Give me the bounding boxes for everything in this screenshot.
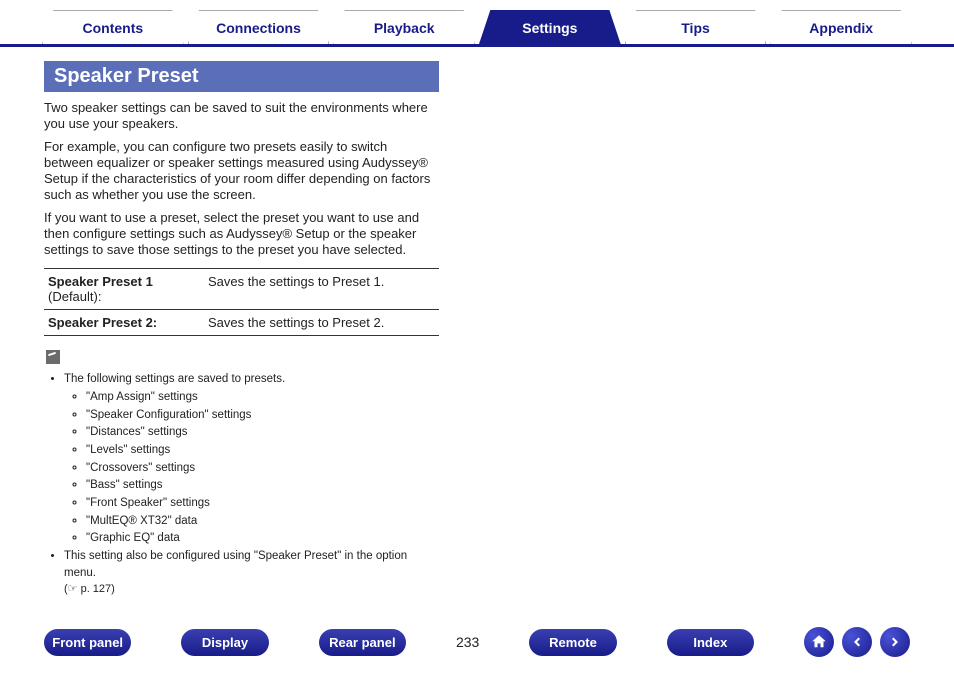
tab-playback[interactable]: Playback — [333, 10, 475, 44]
preset-desc: Saves the settings to Preset 1. — [204, 269, 439, 310]
next-page-icon[interactable] — [880, 627, 910, 657]
preset-desc: Saves the settings to Preset 2. — [204, 310, 439, 336]
page-content: Speaker Preset Two speaker settings can … — [0, 47, 954, 598]
pencil-icon — [46, 350, 60, 364]
list-item: "MultEQ® XT32" data — [86, 513, 439, 530]
list-item: "Front Speaker" settings — [86, 495, 439, 512]
tab-connections[interactable]: Connections — [188, 10, 330, 44]
rear-panel-button[interactable]: Rear panel — [319, 629, 406, 656]
body-paragraph: Two speaker settings can be saved to sui… — [44, 100, 439, 133]
page-number: 233 — [456, 634, 479, 650]
notes-list: The following settings are saved to pres… — [44, 371, 439, 598]
section-heading: Speaker Preset — [44, 61, 439, 92]
list-item: "Speaker Configuration" settings — [86, 407, 439, 424]
list-item: "Levels" settings — [86, 442, 439, 459]
tab-contents[interactable]: Contents — [42, 10, 184, 44]
list-item: "Bass" settings — [86, 477, 439, 494]
tab-settings[interactable]: Settings — [479, 10, 621, 44]
body-paragraph: For example, you can configure two prese… — [44, 139, 439, 204]
notes-intro: The following settings are saved to pres… — [64, 373, 285, 385]
tab-appendix[interactable]: Appendix — [770, 10, 912, 44]
prev-page-icon[interactable] — [842, 627, 872, 657]
index-button[interactable]: Index — [667, 629, 754, 656]
page-ref: (☞ p. 127) — [64, 582, 115, 598]
display-button[interactable]: Display — [181, 629, 268, 656]
preset-suffix: (Default): — [48, 289, 101, 304]
list-item: "Amp Assign" settings — [86, 389, 439, 406]
list-item: "Distances" settings — [86, 424, 439, 441]
table-row: Speaker Preset 2: Saves the settings to … — [44, 310, 439, 336]
note-also: This setting also be configured using "S… — [64, 550, 407, 579]
list-item: "Crossovers" settings — [86, 460, 439, 477]
home-icon[interactable] — [804, 627, 834, 657]
remote-button[interactable]: Remote — [529, 629, 616, 656]
list-item: This setting also be configured using "S… — [64, 548, 439, 598]
top-nav-tabs: Contents Connections Playback Settings T… — [0, 0, 954, 47]
preset-name: Speaker Preset 2: — [48, 315, 157, 330]
front-panel-button[interactable]: Front panel — [44, 629, 131, 656]
preset-table: Speaker Preset 1 (Default): Saves the se… — [44, 268, 439, 336]
list-item: The following settings are saved to pres… — [64, 371, 439, 547]
list-item: "Graphic EQ" data — [86, 530, 439, 547]
preset-name: Speaker Preset 1 — [48, 274, 153, 289]
tab-tips[interactable]: Tips — [625, 10, 767, 44]
bottom-nav: Front panel Display Rear panel 233 Remot… — [0, 627, 954, 657]
table-row: Speaker Preset 1 (Default): Saves the se… — [44, 269, 439, 310]
body-paragraph: If you want to use a preset, select the … — [44, 210, 439, 259]
